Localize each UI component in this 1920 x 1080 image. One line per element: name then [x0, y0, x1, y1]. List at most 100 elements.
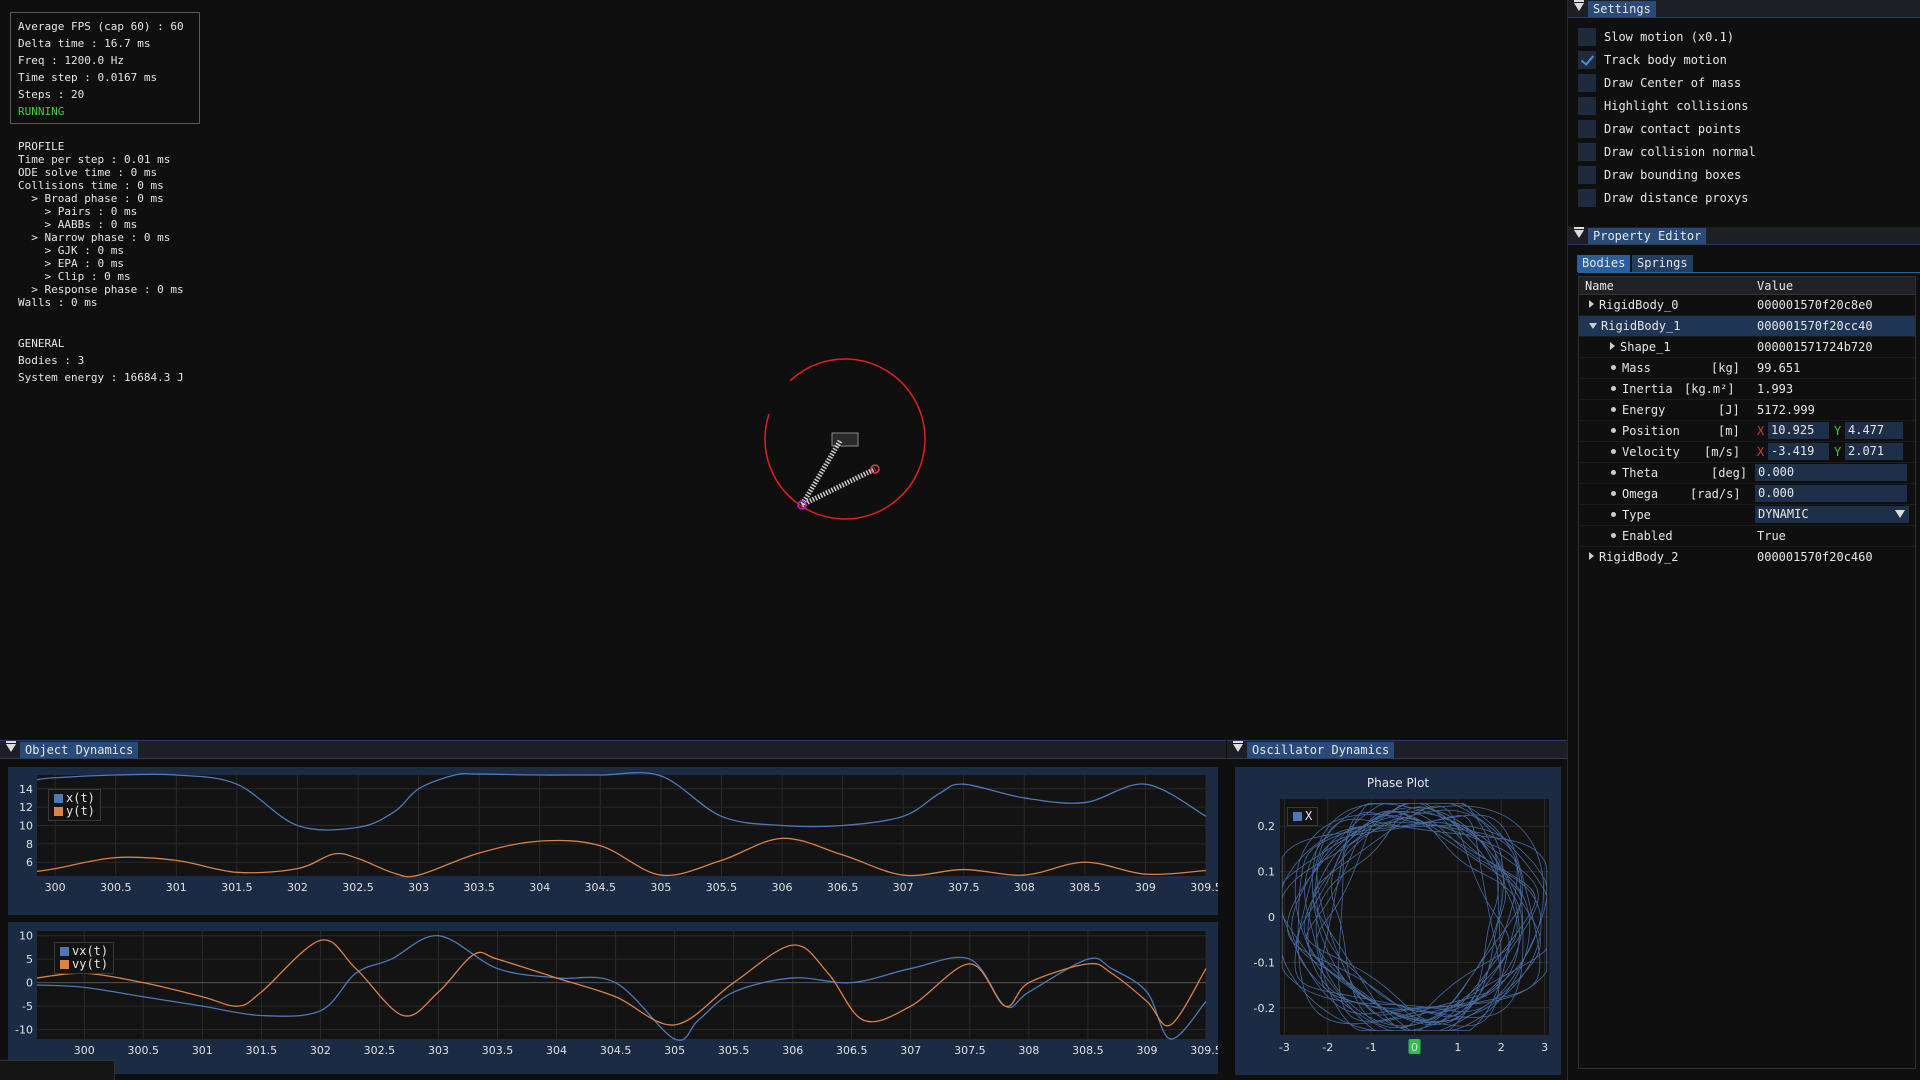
velocity-plot[interactable]: 300 300.5 301 301.5 302 302.5 303 303.5 304 304.5… [8, 922, 1222, 1074]
velocity-x-input[interactable]: -3.419 [1768, 443, 1829, 460]
setting-checkbox[interactable] [1578, 97, 1596, 115]
expand-arrow-icon[interactable] [1589, 552, 1594, 560]
position-y-input[interactable]: 4.477 [1845, 422, 1903, 439]
table-row-type: Type DYNAMIC [1579, 505, 1915, 526]
settings-header[interactable]: Settings [1568, 0, 1920, 18]
setting-checkbox[interactable] [1578, 189, 1596, 207]
y-axis-label: Y [1834, 424, 1842, 438]
prop-unit: [rad/s] [1690, 487, 1741, 501]
prop-name: Energy [1622, 403, 1666, 417]
x-tick-label: -1 [1366, 1041, 1377, 1054]
plot-area[interactable] [37, 931, 1206, 1039]
oscillator-dynamics-panel: Oscillator Dynamics Phase Plot -3 -2 -1 0 1 2… [1227, 740, 1567, 1080]
object-dynamics-title: Object Dynamics [20, 742, 139, 758]
velocity-legend[interactable]: vx(t) vy(t) [54, 942, 115, 974]
profile-line: > EPA : 0 ms [18, 257, 124, 270]
position-x-input[interactable]: 10.925 [1768, 422, 1829, 439]
enabled-value[interactable]: True [1757, 529, 1786, 543]
physics-scene [764, 358, 926, 520]
setting-checkbox[interactable] [1578, 166, 1596, 184]
velocity-plot-frame: 300 300.5 301 301.5 302 302.5 303 303.5 304 304.5… [8, 922, 1222, 1074]
expand-arrow-icon[interactable] [1589, 300, 1594, 308]
swatch-blue [60, 947, 69, 956]
right-panel: Settings Slow motion (x0.1) Track body mo… [1567, 0, 1920, 1080]
x-tick-label: 304 [546, 1044, 567, 1057]
x-tick-label: 305.5 [706, 881, 738, 894]
anchor-box [831, 432, 859, 447]
table-row-inertia: Inertia [kg.m²] 1.993 [1579, 379, 1915, 400]
x-tick-label: -2 [1322, 1041, 1333, 1054]
expand-arrow-icon[interactable] [1610, 342, 1615, 350]
x-axis-label: X [1757, 424, 1765, 438]
x-tick-label: 303.5 [482, 1044, 514, 1057]
setting-checkbox[interactable] [1578, 51, 1596, 69]
collapse-arrow-icon[interactable] [1233, 741, 1243, 752]
table-row-rigidbody-0[interactable]: RigidBody_0 000001570f20c8e0 [1579, 295, 1915, 316]
legend-item-vy[interactable]: vy(t) [60, 958, 108, 971]
legend-item-y[interactable]: y(t) [54, 805, 95, 818]
x-tick-label: -3 [1279, 1041, 1290, 1054]
position-legend[interactable]: x(t) y(t) [48, 789, 101, 821]
prop-name: Velocity [1622, 445, 1680, 459]
body-address: 000001570f20c8e0 [1757, 298, 1873, 312]
type-value: DYNAMIC [1758, 507, 1809, 521]
x-tick-label: 302 [287, 881, 308, 894]
settings-title: Settings [1588, 1, 1656, 17]
omega-input[interactable]: 0.000 [1755, 485, 1907, 502]
position-plot[interactable]: 300 300.5 301 301.5 302 302.5 303 303.5 304 304.5… [8, 767, 1222, 915]
type-dropdown[interactable]: DYNAMIC [1755, 506, 1909, 523]
body-name: RigidBody_0 [1599, 298, 1679, 312]
oscillator-dynamics-header[interactable]: Oscillator Dynamics [1227, 741, 1567, 759]
tab-springs[interactable]: Springs [1632, 255, 1693, 272]
swatch-orange [54, 807, 63, 816]
prop-unit: [J] [1718, 403, 1740, 417]
collapse-arrow-icon[interactable] [1589, 323, 1597, 329]
y-tick-label: 0 [1268, 911, 1275, 924]
phase-plot[interactable]: -3 -2 -1 0 1 2 3 0.2 0.1 0 -0.1 -0.2 [1235, 767, 1561, 1075]
property-editor-header[interactable]: Property Editor [1568, 227, 1920, 245]
setting-label: Draw collision normal [1604, 145, 1756, 159]
profile-line: > Broad phase : 0 ms [18, 192, 164, 205]
legend-label: x(t) [66, 791, 95, 805]
prop-name: Position [1622, 424, 1680, 438]
tab-bodies[interactable]: Bodies [1577, 255, 1631, 272]
y-tick-label: -0.1 [1254, 956, 1275, 969]
profile-line: > Pairs : 0 ms [18, 205, 138, 218]
property-editor-title: Property Editor [1588, 228, 1707, 244]
setting-label: Slow motion (x0.1) [1604, 30, 1735, 44]
table-row-shape-1[interactable]: Shape_1 000001571724b720 [1579, 337, 1915, 358]
setting-checkbox[interactable] [1578, 74, 1596, 92]
x-tick-label: 300.5 [100, 881, 132, 894]
table-row-enabled: Enabled True [1579, 526, 1915, 547]
swatch-orange [60, 960, 69, 969]
table-row-position: Position [m] X 10.925 Y 4.477 [1579, 421, 1915, 442]
y-tick-label: 0.2 [1258, 820, 1276, 833]
setting-checkbox[interactable] [1578, 28, 1596, 46]
table-row-rigidbody-2[interactable]: RigidBody_2 000001570f20c460 [1579, 547, 1915, 568]
bullet-icon [1611, 407, 1616, 412]
theta-input[interactable]: 0.000 [1755, 464, 1907, 481]
x-tick-label: 302.5 [364, 1044, 396, 1057]
legend-item-x[interactable]: X [1293, 810, 1312, 823]
prop-name: Mass [1622, 361, 1651, 375]
x-tick-label: 306.5 [827, 881, 859, 894]
table-header: Name Value [1579, 277, 1915, 295]
setting-label: Draw Center of mass [1604, 76, 1742, 90]
x-tick-label: 304.5 [600, 1044, 632, 1057]
collapse-arrow-icon[interactable] [1574, 227, 1584, 238]
setting-checkbox[interactable] [1578, 120, 1596, 138]
x-tick-label: 307 [900, 1044, 921, 1057]
velocity-y-input[interactable]: 2.071 [1845, 443, 1903, 460]
phase-legend[interactable]: X [1287, 807, 1319, 826]
x-tick-label: 300 [45, 881, 66, 894]
table-row-rigidbody-1[interactable]: RigidBody_1 000001570f20cc40 [1579, 316, 1915, 337]
simulation-viewport[interactable]: Average FPS (cap 60) : 60 Delta time : 1… [0, 0, 1566, 740]
setting-checkbox[interactable] [1578, 143, 1596, 161]
collapse-arrow-icon[interactable] [6, 741, 16, 752]
x-tick-label: 307.5 [954, 1044, 986, 1057]
chevron-down-icon[interactable] [1895, 510, 1905, 518]
x-tick-label: 301.5 [221, 881, 253, 894]
object-dynamics-header[interactable]: Object Dynamics [0, 741, 1226, 759]
prop-name: Enabled [1622, 529, 1673, 543]
collapse-arrow-icon[interactable] [1574, 0, 1584, 11]
